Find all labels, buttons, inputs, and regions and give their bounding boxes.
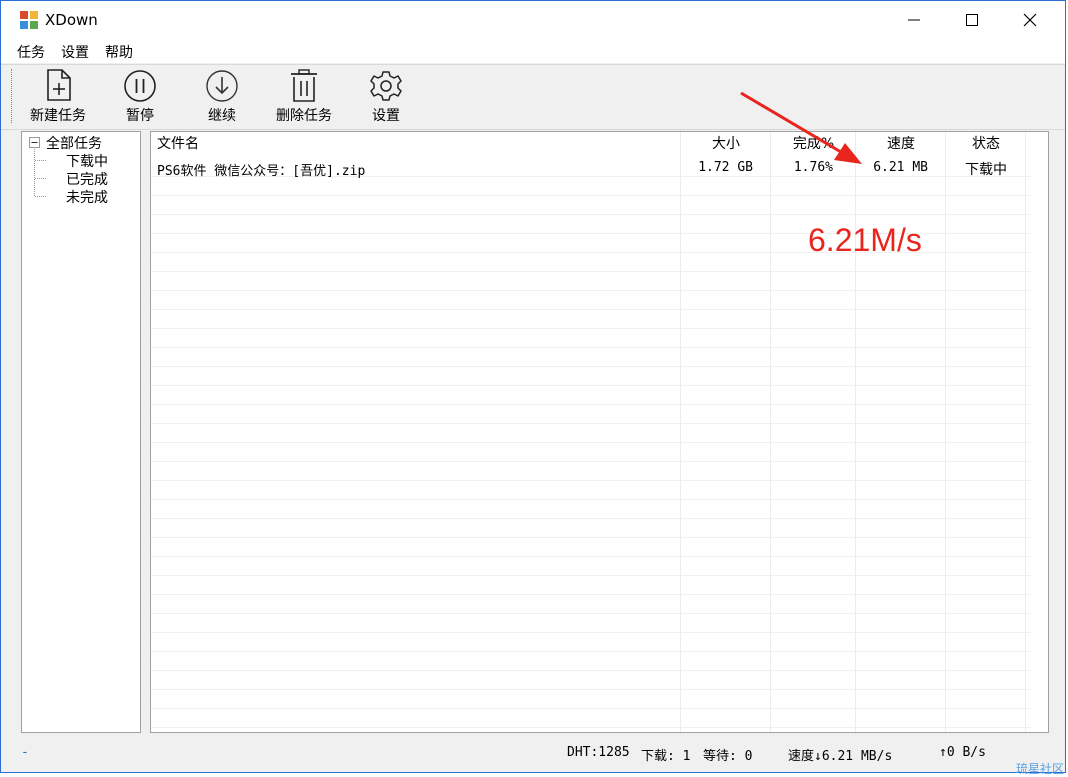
title-bar: XDown [1,1,1065,39]
status-dht: DHT:1285 [567,745,630,760]
status-indicator: - [21,745,29,760]
delete-task-button[interactable]: 删除任务 [259,67,349,125]
status-downloading: 下载: 1 [641,749,691,764]
column-divider [1025,132,1026,732]
row-gridline [151,575,1031,576]
row-gridline [151,347,1031,348]
menu-bar: 任务 设置 帮助 [1,39,1065,63]
row-gridline [151,423,1031,424]
column-divider [945,132,946,732]
pause-button[interactable]: 暂停 [95,67,185,125]
row-size: 1.72 GB [698,160,753,175]
status-upload: ↑0 B/s [939,745,986,760]
row-gridline [151,518,1031,519]
menu-settings[interactable]: 设置 [61,42,89,62]
delete-task-label: 删除任务 [276,108,332,124]
close-icon [1023,13,1037,27]
app-window: XDown 任务 设置 帮助 新建任务 暂停 继续 删除任务 设置 全部任务 下… [0,0,1066,773]
status-bar: - DHT:1285 下载: 1 等待: 0 速度↓6.21 MB/s ↑0 B… [1,741,1065,767]
window-title: XDown [45,11,98,29]
row-gridline [151,290,1031,291]
menu-task[interactable]: 任务 [17,42,45,62]
minimize-icon [908,19,920,21]
column-header-progress[interactable]: 完成% [771,132,856,156]
row-status: 下载中 [965,162,1007,178]
column-divider [680,132,681,732]
tree-item-incomplete[interactable]: 未完成 [66,187,108,207]
new-task-button[interactable]: 新建任务 [13,67,103,125]
app-logo-icon [20,11,38,29]
pause-label: 暂停 [126,108,154,124]
new-file-icon [47,69,71,101]
column-header-filename[interactable]: 文件名 [157,132,199,156]
status-waiting: 等待: 0 [703,749,753,764]
tree-item-completed[interactable]: 已完成 [66,169,108,189]
resume-button[interactable]: 继续 [177,67,267,125]
row-gridline [151,499,1031,500]
tree-item-all-tasks[interactable]: 全部任务 [46,133,102,153]
row-gridline [151,651,1031,652]
close-button[interactable] [1001,1,1059,39]
column-header-status[interactable]: 状态 [946,132,1026,156]
row-gridline [151,366,1031,367]
column-divider [770,132,771,732]
row-progress: 1.76% [793,160,833,175]
row-gridline [151,404,1031,405]
row-gridline [151,727,1031,728]
trash-icon [291,69,317,102]
speed-annotation: 6.21M/s [808,222,922,258]
row-gridline [151,385,1031,386]
tree-item-downloading[interactable]: 下载中 [66,151,108,171]
row-gridline [151,271,1031,272]
row-gridline [151,632,1031,633]
status-speed: 速度↓6.21 MB/s [788,749,893,764]
row-gridline [151,556,1031,557]
new-task-label: 新建任务 [30,108,86,124]
maximize-icon [966,14,978,26]
row-filename: PS6软件 微信公众号：[吾优].zip [157,164,366,179]
resume-label: 继续 [208,108,236,124]
toolbar: 新建任务 暂停 继续 删除任务 设置 [1,64,1065,130]
row-speed: 6.21 MB [873,160,928,175]
row-gridline [151,214,1031,215]
maximize-button[interactable] [943,1,1001,39]
row-gridline [151,670,1031,671]
row-gridline [151,328,1031,329]
row-gridline [151,442,1031,443]
row-gridline [151,195,1031,196]
row-gridline [151,613,1031,614]
row-gridline [151,689,1031,690]
settings-button[interactable]: 设置 [341,67,431,125]
minimize-button[interactable] [885,1,943,39]
column-header-size[interactable]: 大小 [681,132,771,156]
row-gridline [151,594,1031,595]
download-circle-icon [206,70,238,102]
menu-help[interactable]: 帮助 [105,42,133,62]
row-gridline [151,537,1031,538]
pause-icon [124,70,156,102]
row-gridline [151,461,1031,462]
settings-label: 设置 [372,108,400,124]
column-header-speed[interactable]: 速度 [856,132,946,156]
task-tree: 全部任务 下载中 已完成 未完成 [21,131,141,733]
row-gridline [151,480,1031,481]
row-gridline [151,309,1031,310]
row-gridline [151,708,1031,709]
watermark: 琉星社区 [1016,762,1065,776]
gear-icon [370,71,402,101]
